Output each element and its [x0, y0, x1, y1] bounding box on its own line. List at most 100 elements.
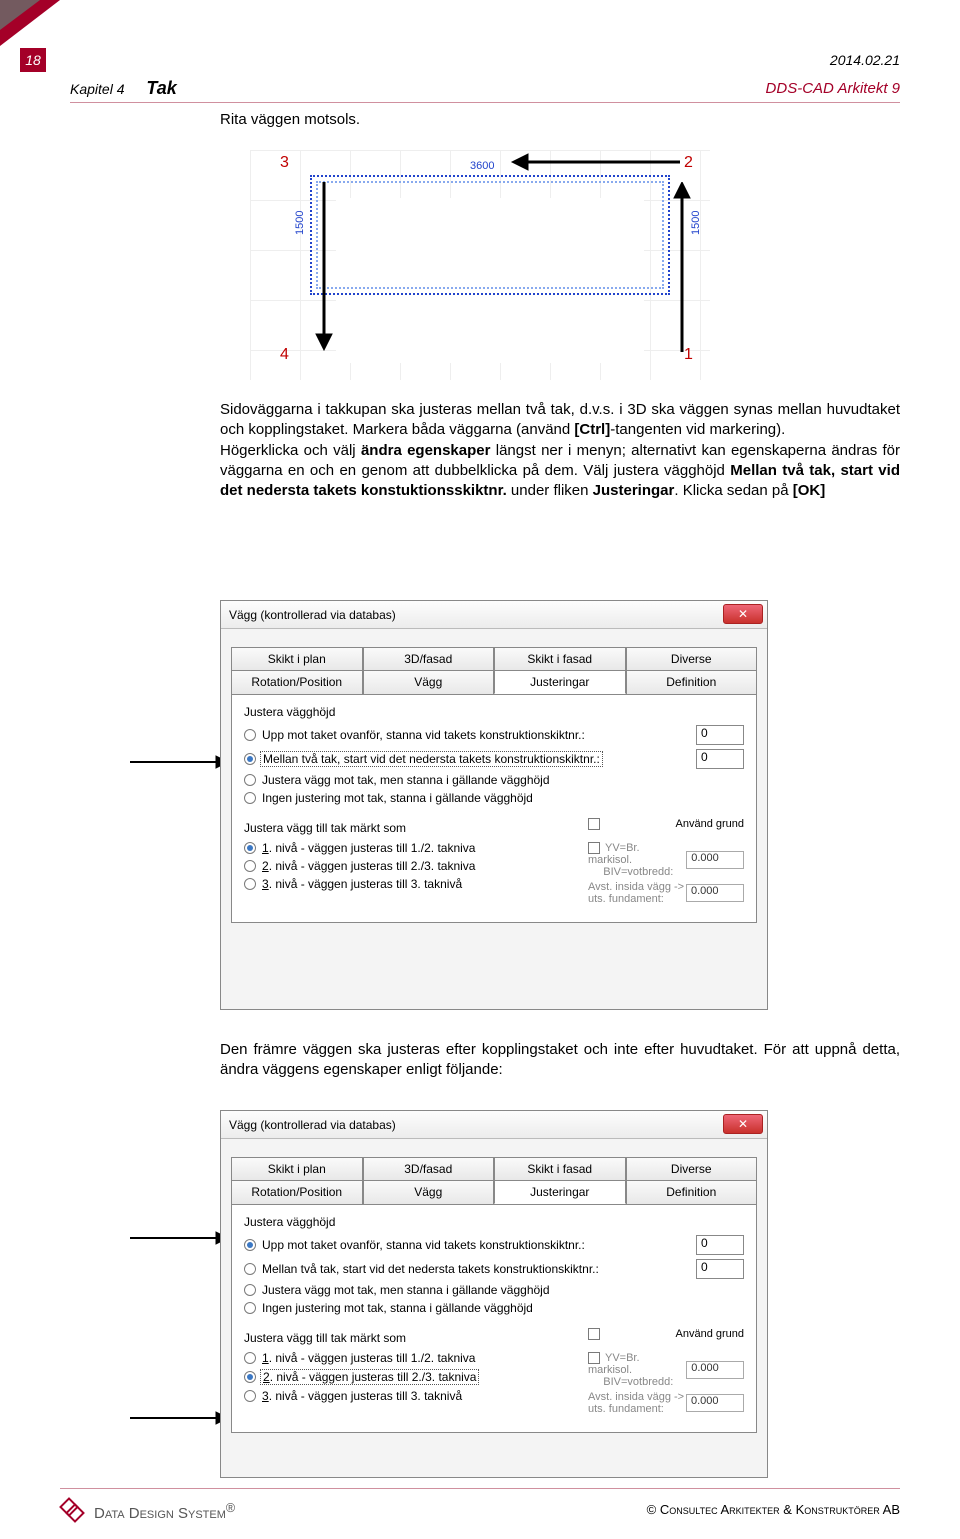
- dialog-titlebar[interactable]: Vägg (kontrollerad via databas) ✕: [221, 1111, 767, 1139]
- t: ändra egenskaper: [361, 442, 491, 459]
- tab-diverse[interactable]: Diverse: [626, 647, 758, 670]
- radio-label: 3. nivå - väggen justeras till 3. takniv…: [262, 877, 462, 891]
- value-input-1[interactable]: 0: [696, 725, 744, 745]
- value-input-2[interactable]: 0: [696, 1259, 744, 1279]
- diagram-outline-inner: [316, 181, 664, 289]
- radio-label: Upp mot taket ovanför, stanna vid takets…: [262, 728, 585, 742]
- label: BIV=votbredd:: [603, 1376, 673, 1388]
- tab-vagg[interactable]: Vägg: [363, 670, 495, 694]
- diagram-corner-2: 2: [684, 154, 693, 172]
- value-input[interactable]: 0.000: [686, 1361, 744, 1379]
- radio-label: 2. nivå - väggen justeras till 2./3. tak…: [260, 1369, 479, 1385]
- header-date: 2014.02.21: [830, 52, 900, 68]
- label: Avst. insida vägg ->: [588, 1391, 684, 1403]
- radio-label: 1. nivå - väggen justeras till 1./2. tak…: [262, 1351, 475, 1365]
- radio-option-1[interactable]: [244, 1239, 256, 1251]
- intro-text: Rita väggen motsols.: [220, 110, 900, 130]
- footer-brand: Data Design System: [94, 1505, 226, 1522]
- arrow-down-icon: [312, 182, 336, 352]
- t: Justeringar: [593, 482, 675, 499]
- tab-definition[interactable]: Definition: [626, 1180, 758, 1204]
- value-input-2[interactable]: 0: [696, 749, 744, 769]
- t: . Klicka sedan på: [674, 482, 792, 499]
- t: Sidoväggarna i takkupan ska justeras mel…: [220, 401, 900, 438]
- footer-divider: [60, 1488, 900, 1489]
- checkbox-yv[interactable]: [588, 842, 600, 854]
- arrow-up-icon: [670, 182, 694, 352]
- ok-key: [OK]: [793, 482, 826, 499]
- section-title: Tak: [146, 78, 176, 98]
- close-button[interactable]: ✕: [723, 1114, 763, 1134]
- dialog-titlebar[interactable]: Vägg (kontrollerad via databas) ✕: [221, 601, 767, 629]
- diagram-corner-4: 4: [280, 346, 289, 364]
- dim-top: 3600: [470, 160, 494, 172]
- group-justera-vagghojd: Justera vägghöjd: [244, 1215, 744, 1229]
- instruction-text-1: Sidoväggarna i takkupan ska justeras mel…: [220, 400, 900, 501]
- tab-skikt-i-plan[interactable]: Skikt i plan: [231, 1157, 363, 1180]
- tab-justeringar[interactable]: Justeringar: [494, 1180, 626, 1204]
- tab-vagg[interactable]: Vägg: [363, 1180, 495, 1204]
- checkbox-label: Använd grund: [676, 1328, 745, 1340]
- product-name: DDS-CAD Arkitekt 9: [766, 80, 900, 97]
- value-input-1[interactable]: 0: [696, 1235, 744, 1255]
- dialog-title: Vägg (kontrollerad via databas): [229, 1118, 396, 1132]
- radio-label: Justera vägg mot tak, men stanna i gälla…: [262, 1283, 550, 1297]
- radio-option-3[interactable]: [244, 1284, 256, 1296]
- radio-level-3[interactable]: [244, 878, 256, 890]
- trademark: ®: [226, 1501, 235, 1515]
- checkbox-yv[interactable]: [588, 1352, 600, 1364]
- radio-level-2[interactable]: [244, 860, 256, 872]
- radio-label: 2. nivå - väggen justeras till 2./3. tak…: [262, 859, 475, 873]
- radio-level-1[interactable]: [244, 842, 256, 854]
- label: uts. fundament:: [588, 893, 664, 905]
- diagram: 3 2 4 1 3600 1500 1500: [250, 150, 710, 380]
- radio-option-2[interactable]: [244, 1263, 256, 1275]
- pointer-arrow-icon: [130, 752, 230, 772]
- footer-logo: Data Design System®: [60, 1498, 235, 1524]
- value-input[interactable]: 0.000: [686, 851, 744, 869]
- diagram-corner-3: 3: [280, 154, 289, 172]
- tab-3d-fasad[interactable]: 3D/fasad: [363, 647, 495, 670]
- tab-panel: Justera vägghöjd Upp mot taket ovanför, …: [231, 694, 757, 923]
- pointer-arrow-icon: [130, 1408, 230, 1428]
- radio-label: 11. nivå - väggen justeras till 1./2. ta…: [262, 841, 475, 855]
- label: Avst. insida vägg ->: [588, 881, 684, 893]
- tab-skikt-i-plan[interactable]: Skikt i plan: [231, 647, 363, 670]
- tab-justeringar[interactable]: Justeringar: [494, 670, 626, 694]
- footer-copyright: © Consultec Arkitekter & Konstruktörer A…: [647, 1502, 900, 1517]
- header-divider: [70, 102, 900, 103]
- checkbox-anvand-grund[interactable]: [588, 818, 600, 830]
- radio-level-1[interactable]: [244, 1352, 256, 1364]
- tab-skikt-i-fasad[interactable]: Skikt i fasad: [494, 1157, 626, 1180]
- tab-definition[interactable]: Definition: [626, 670, 758, 694]
- tab-diverse[interactable]: Diverse: [626, 1157, 758, 1180]
- group-justera-vagghojd: Justera vägghöjd: [244, 705, 744, 719]
- radio-label: Upp mot taket ovanför, stanna vid takets…: [262, 1238, 585, 1252]
- checkbox-anvand-grund[interactable]: [588, 1328, 600, 1340]
- radio-option-2[interactable]: [244, 753, 256, 765]
- t: -tangenten vid markering).: [610, 421, 785, 438]
- radio-level-2[interactable]: [244, 1371, 256, 1383]
- radio-option-3[interactable]: [244, 774, 256, 786]
- radio-option-4[interactable]: [244, 1302, 256, 1314]
- radio-level-3[interactable]: [244, 1390, 256, 1402]
- value-input[interactable]: 0.000: [686, 1394, 744, 1412]
- radio-option-1[interactable]: [244, 729, 256, 741]
- tab-rotation[interactable]: Rotation/Position: [231, 670, 363, 694]
- checkbox-label: Använd grund: [676, 818, 745, 830]
- arrow-left-icon: [510, 150, 680, 174]
- close-button[interactable]: ✕: [723, 604, 763, 624]
- dialog-wall-2: Vägg (kontrollerad via databas) ✕ Skikt …: [220, 1110, 768, 1478]
- radio-option-4[interactable]: [244, 792, 256, 804]
- instruction-text-2: Den främre väggen ska justeras efter kop…: [220, 1040, 900, 1081]
- tab-rotation[interactable]: Rotation/Position: [231, 1180, 363, 1204]
- radio-label: Ingen justering mot tak, stanna i gällan…: [262, 791, 533, 805]
- radio-label: 3. nivå - väggen justeras till 3. takniv…: [262, 1389, 462, 1403]
- label: uts. fundament:: [588, 1403, 664, 1415]
- tab-3d-fasad[interactable]: 3D/fasad: [363, 1157, 495, 1180]
- tab-panel: Justera vägghöjd Upp mot taket ovanför, …: [231, 1204, 757, 1433]
- tab-skikt-i-fasad[interactable]: Skikt i fasad: [494, 647, 626, 670]
- t: Högerklicka och välj: [220, 442, 361, 459]
- value-input[interactable]: 0.000: [686, 884, 744, 902]
- dds-logo-icon: [60, 1498, 86, 1524]
